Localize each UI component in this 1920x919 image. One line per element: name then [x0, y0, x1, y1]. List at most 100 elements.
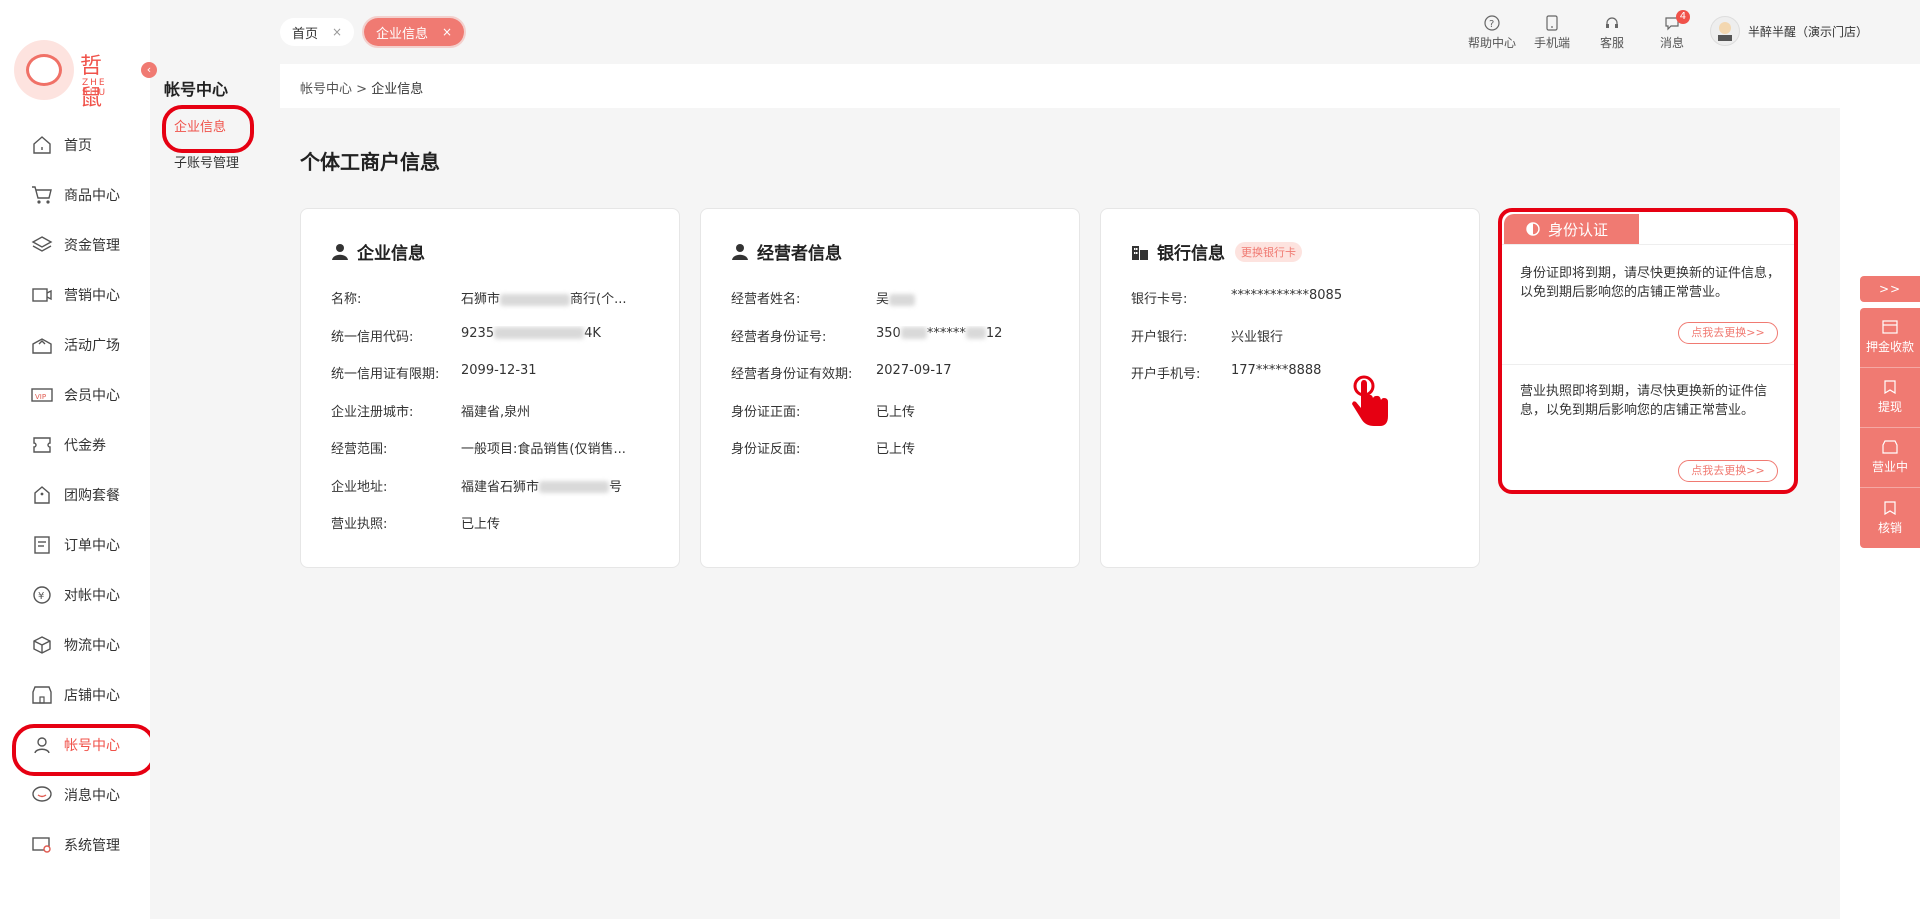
field-label: 统一信用证有限期: — [331, 367, 440, 382]
close-icon[interactable]: × — [442, 25, 452, 39]
logo[interactable]: 哲鼠 ZHE SHU — [14, 40, 124, 111]
license-expiry-notice: 营业执照即将到期，请尽快更换新的证件信息，以免到期后影响您的店铺正常营业。 — [1520, 384, 1768, 418]
nav-item-activity[interactable]: 活动广场 — [0, 320, 150, 370]
tab-home[interactable]: 首页 × — [280, 18, 355, 46]
subnav-item-enterprise-info[interactable]: 企业信息 — [161, 105, 255, 153]
replace-license-button[interactable]: 点我去更换>> — [1678, 460, 1778, 482]
nav-item-orders[interactable]: 订单中心 — [0, 520, 150, 570]
info-row: 经营者身份证有效期: 2027-09-17 — [731, 363, 1079, 401]
nav-item-logistics[interactable]: 物流中心 — [0, 620, 150, 670]
half-circle-icon — [1526, 222, 1540, 236]
field-value: 已上传 — [876, 442, 916, 457]
field-label: 企业地址: — [331, 479, 388, 495]
nav-item-label: 订单中心 — [64, 538, 120, 554]
logo-mascot — [14, 40, 74, 100]
home-icon — [30, 134, 54, 156]
layers-icon — [30, 234, 54, 256]
field-label: 企业注册城市: — [331, 404, 414, 420]
breadcrumb-root[interactable]: 帐号中心 — [300, 82, 352, 97]
field-label: 身份证正面: — [731, 404, 801, 420]
nav-item-system[interactable]: 系统管理 — [0, 820, 150, 870]
svg-text:?: ? — [1489, 19, 1494, 30]
change-bank-card-button[interactable]: 更换银行卡 — [1235, 241, 1302, 262]
nav-item-reconcile[interactable]: ¥ 对帐中心 — [0, 570, 150, 620]
nav-item-label: 店铺中心 — [64, 688, 120, 704]
logo-subtext: ZHE SHU — [82, 78, 108, 98]
main-nav: 哲鼠 ZHE SHU 首页 商品中心 资金管理 营销中心 活动广场 VIP 会员… — [0, 0, 156, 919]
field-value: 石狮市 商行(个... — [461, 292, 627, 307]
info-row: 企业注册城市: 福建省,泉州 — [331, 401, 679, 439]
operator-info-card: 经营者信息 经营者姓名: 吴 经营者身份证号: 350 ****** 12 经营者身份证… — [700, 208, 1080, 568]
card-header: 身份认证 — [1504, 214, 1639, 244]
help-center-button[interactable]: ? 帮助中心 — [1462, 14, 1522, 51]
deposit-collection-button[interactable]: 押金收款 — [1860, 308, 1920, 368]
field-value: 350 ****** 12 — [876, 325, 1003, 341]
identity-verification-card: 身份认证 身份证即将到期，请尽快更换新的证件信息，以免到期后影响您的店铺正常营业… — [1498, 208, 1798, 494]
field-label: 经营者身份证有效期: — [731, 367, 853, 382]
field-value: 9235 4K — [461, 325, 601, 341]
field-label: 统一信用代码: — [331, 329, 414, 345]
withdraw-button[interactable]: 提现 — [1860, 368, 1920, 428]
tab-enterprise-info[interactable]: 企业信息 × — [361, 16, 467, 48]
nav-item-label: 资金管理 — [64, 238, 120, 254]
nav-item-messages[interactable]: 消息中心 — [0, 770, 150, 820]
field-label: 开户银行: — [1131, 329, 1188, 345]
id-expiry-notice: 身份证即将到期，请尽快更换新的证件信息，以免到期后影响您的店铺正常营业。 — [1520, 266, 1781, 300]
avatar — [1709, 16, 1740, 46]
nav-item-store[interactable]: 店铺中心 — [0, 670, 150, 720]
field-value: ************8085 — [1231, 288, 1343, 303]
verify-icon — [1883, 500, 1897, 515]
marketing-icon — [30, 284, 54, 306]
info-row: 统一信用代码: 9235 4K — [331, 326, 679, 364]
nav-item-label: 商品中心 — [64, 188, 120, 204]
close-icon[interactable]: × — [332, 25, 342, 39]
expand-panel-button[interactable]: >> — [1860, 276, 1920, 302]
breadcrumb-current: 企业信息 — [371, 82, 424, 97]
nav-item-products[interactable]: 商品中心 — [0, 170, 150, 220]
nav-item-marketing[interactable]: 营销中心 — [0, 270, 150, 320]
nav-item-home[interactable]: 首页 — [0, 120, 150, 170]
card-title: 经营者信息 — [757, 244, 842, 264]
nav-item-members[interactable]: VIP 会员中心 — [0, 370, 150, 420]
field-label: 开户手机号: — [1131, 367, 1201, 382]
voucher-icon — [30, 434, 54, 456]
replace-id-button[interactable]: 点我去更换>> — [1678, 322, 1778, 344]
nav-item-label: 帐号中心 — [64, 738, 120, 754]
mobile-button[interactable]: 手机端 — [1522, 14, 1582, 51]
deposit-icon — [1882, 320, 1898, 334]
card-title: 企业信息 — [357, 244, 425, 264]
open-store-icon — [1882, 440, 1898, 454]
bank-info-card: 银行信息 更换银行卡 银行卡号: ************8085 开户银行: 兴业… — [1100, 208, 1480, 568]
nav-item-label: 会员中心 — [64, 388, 120, 404]
logistics-icon — [30, 634, 54, 656]
store-open-button[interactable]: 营业中 — [1860, 428, 1920, 488]
info-row: 身份证正面: 已上传 — [731, 401, 1079, 439]
subnav-item-sub-accounts[interactable]: 子账号管理 — [174, 152, 239, 171]
sub-nav: 帐号中心 企业信息 子账号管理 — [150, 0, 280, 919]
info-row: 经营范围: 一般项目:食品销售(仅销售... — [331, 438, 679, 476]
system-icon — [30, 834, 54, 856]
group-buy-icon — [30, 484, 54, 506]
action-label: 押金收款 — [1865, 340, 1914, 354]
customer-service-button[interactable]: 客服 — [1582, 14, 1642, 51]
nav-item-vouchers[interactable]: 代金券 — [0, 420, 150, 470]
nav-item-account[interactable]: 帐号中心 — [0, 720, 156, 776]
headset-icon — [1604, 14, 1620, 32]
info-row: 企业地址: 福建省石狮市号 — [331, 476, 679, 514]
user-menu[interactable]: 半醉半醒（演示门店） — [1709, 16, 1868, 46]
card-header: 经营者信息 — [731, 239, 1079, 264]
vip-icon: VIP — [30, 384, 54, 406]
nav-item-group-buy[interactable]: 团购套餐 — [0, 470, 150, 520]
nav-item-funds[interactable]: 资金管理 — [0, 220, 150, 270]
nav-item-label: 对帐中心 — [64, 588, 120, 604]
message-icon — [30, 784, 54, 806]
toolbar: ? 帮助中心 手机端 客服 4 消息 半醉半醒（演示门店） — [1462, 10, 1868, 51]
field-value: 一般项目:食品销售(仅销售... — [461, 442, 626, 457]
collapse-sidebar-button[interactable]: ‹ — [141, 62, 157, 78]
field-label: 营业执照: — [331, 517, 388, 532]
field-value: 福建省石狮市号 — [461, 479, 623, 495]
action-label: 提现 — [1877, 400, 1902, 414]
subnav-item-label: 企业信息 — [174, 120, 227, 135]
verify-button[interactable]: 核销 — [1860, 488, 1920, 548]
messages-button[interactable]: 4 消息 — [1642, 10, 1702, 51]
